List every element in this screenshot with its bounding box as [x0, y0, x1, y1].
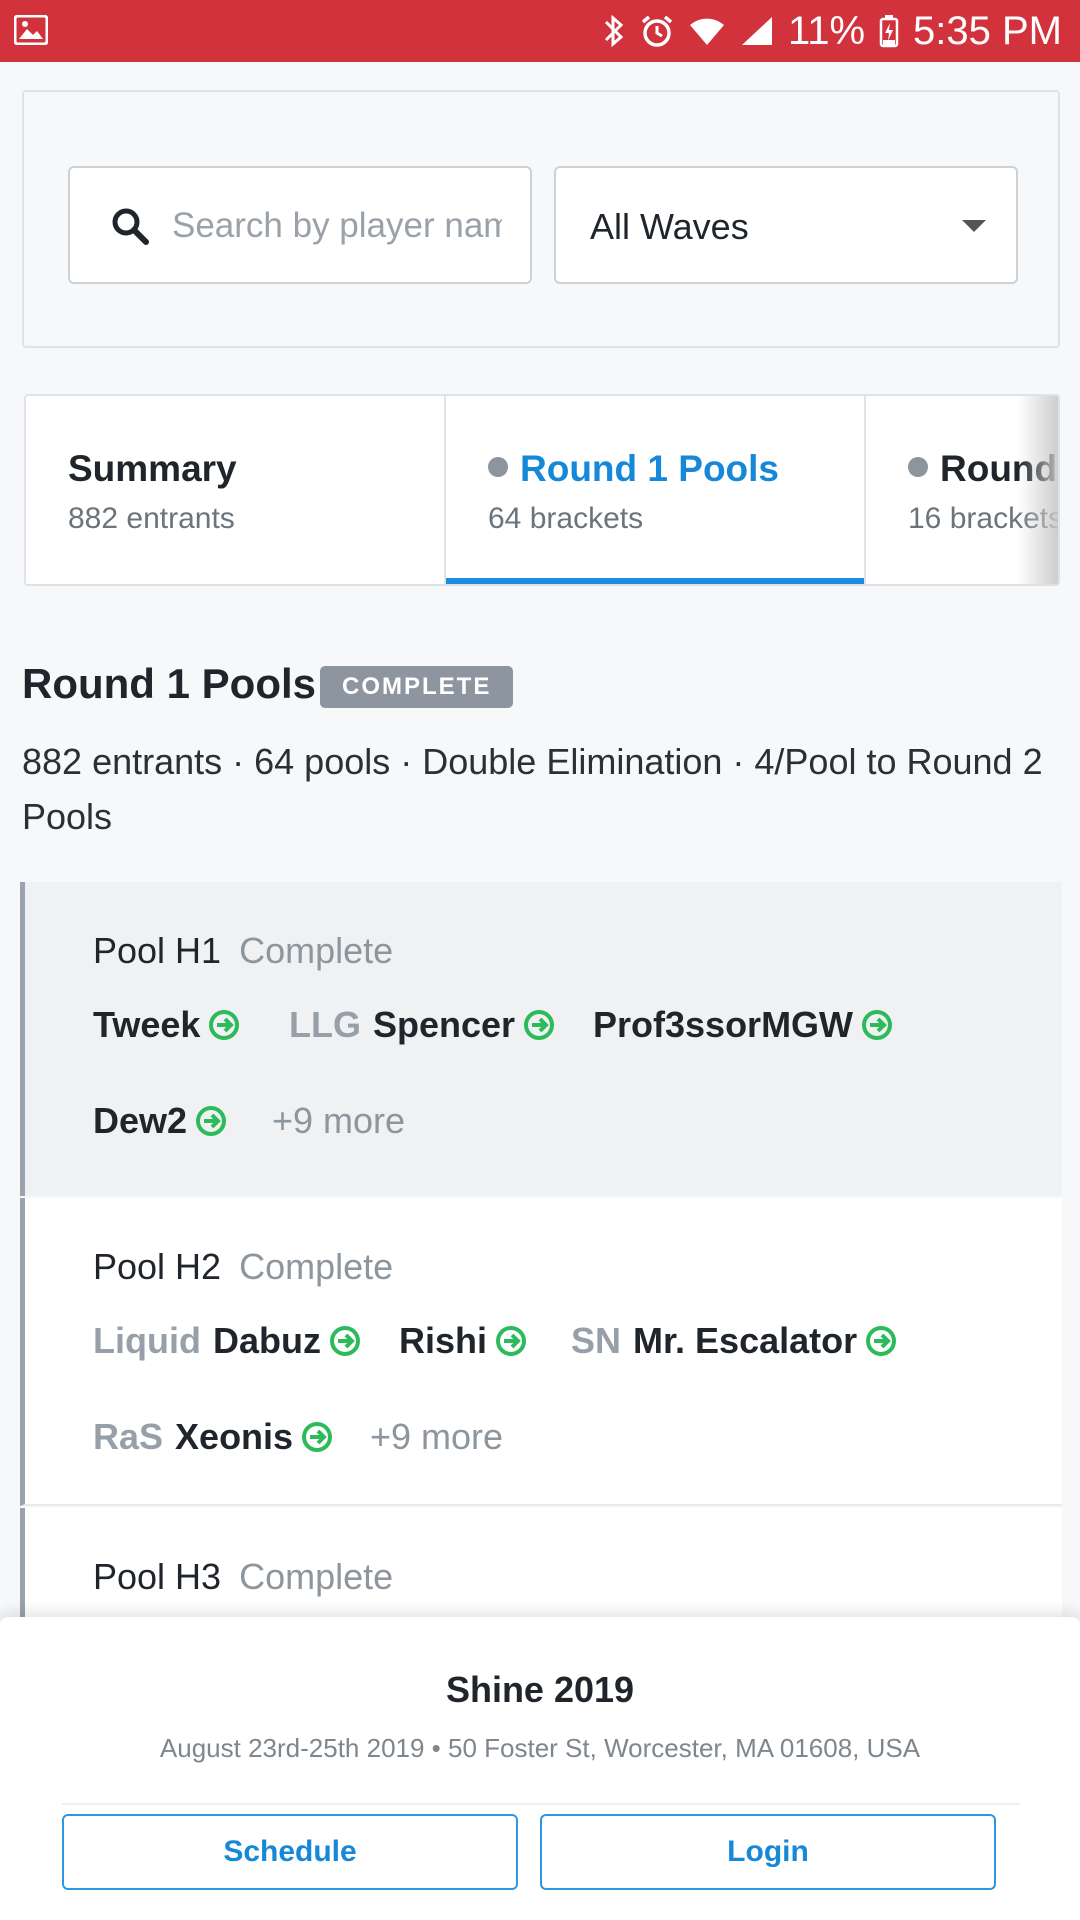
advance-arrow-icon	[862, 1010, 893, 1040]
pool-card-h3[interactable]: Pool H3 Complete	[20, 1508, 1062, 1628]
battery-charging-icon	[879, 14, 899, 48]
player-name: Tweek	[93, 1004, 201, 1045]
more-players-link[interactable]: +9 more	[370, 1416, 503, 1458]
pool-status: Complete	[239, 1246, 394, 1287]
tab-subtitle: 882 entrants	[68, 502, 235, 535]
advance-arrow-icon	[866, 1326, 897, 1356]
tab-summary[interactable]: Summary 882 entrants	[26, 396, 446, 584]
player-entry[interactable]: LLG Spencer	[289, 1004, 555, 1046]
login-button[interactable]: Login	[540, 1814, 996, 1890]
advance-arrow-icon	[496, 1326, 527, 1356]
event-info-panel: Shine 2019 August 23rd-25th 2019 • 50 Fo…	[0, 1617, 1080, 1920]
player-name: Dew2	[93, 1100, 188, 1141]
advance-arrow-icon	[302, 1422, 333, 1452]
player-name: Xeonis	[175, 1416, 294, 1457]
advance-arrow-icon	[209, 1010, 240, 1040]
tab-round-1-pools[interactable]: Round 1 Pools 64 brackets	[444, 396, 864, 584]
player-name: Spencer	[372, 1004, 516, 1045]
phase-tabs: Summary 882 entrants Round 1 Pools 64 br…	[24, 394, 1060, 586]
search-field[interactable]	[68, 166, 532, 284]
pool-card-h2[interactable]: Pool H2 Complete Liquid Dabuz Rishi SN Mr…	[20, 1198, 1062, 1506]
player-entry[interactable]: Tweek	[93, 1004, 240, 1046]
alarm-icon	[640, 14, 674, 48]
pool-status: Complete	[239, 1556, 394, 1597]
round-description: 882 entrants · 64 pools · Double Elimina…	[22, 741, 1043, 837]
battery-percentage: 11%	[787, 8, 866, 53]
event-meta: August 23rd-25th 2019 • 50 Foster St, Wo…	[159, 1733, 921, 1763]
status-dot-icon	[908, 457, 928, 477]
clock: 5:35 PM	[913, 8, 1062, 53]
pool-name: Pool H1	[93, 930, 222, 971]
scroll-fade	[1018, 396, 1058, 584]
player-name: Mr. Escalator	[633, 1320, 858, 1361]
active-tab-indicator	[446, 578, 864, 584]
signal-icon	[740, 15, 774, 47]
tab-subtitle: 64 brackets	[488, 502, 644, 535]
player-name: Prof3ssorMGW	[593, 1004, 854, 1045]
gallery-notification-icon	[13, 14, 49, 46]
wifi-icon	[688, 15, 726, 47]
player-entry[interactable]: Liquid Dabuz	[93, 1320, 361, 1362]
player-prefix: Liquid	[93, 1320, 201, 1361]
pool-status: Complete	[239, 930, 394, 971]
advance-arrow-icon	[524, 1010, 555, 1040]
schedule-button[interactable]: Schedule	[62, 1814, 518, 1890]
advance-arrow-icon	[329, 1326, 360, 1356]
player-entry[interactable]: Rishi	[399, 1320, 527, 1362]
event-name: Shine 2019	[445, 1669, 635, 1710]
status-bar: 11% 5:35 PM	[0, 0, 1080, 62]
pool-card-h1[interactable]: Pool H1 Complete Tweek LLG Spencer Prof3s…	[20, 882, 1062, 1196]
pool-name: Pool H2	[93, 1246, 222, 1287]
player-prefix: SN	[571, 1320, 622, 1361]
advance-arrow-icon	[196, 1106, 227, 1136]
search-icon	[110, 206, 150, 246]
status-dot-icon	[488, 457, 508, 477]
more-players-link[interactable]: +9 more	[272, 1100, 405, 1142]
page-title: Round 1 Pools	[22, 660, 316, 707]
wave-select[interactable]: All Waves	[554, 166, 1018, 284]
player-prefix: RaS	[93, 1416, 164, 1457]
search-input[interactable]	[172, 196, 502, 256]
filter-panel: All Waves	[22, 90, 1060, 348]
player-entry[interactable]: Dew2	[93, 1100, 227, 1142]
pool-name: Pool H3	[93, 1556, 222, 1597]
player-entry[interactable]: Prof3ssorMGW	[593, 1004, 893, 1046]
bluetooth-icon	[602, 13, 626, 49]
tab-title: Summary	[68, 448, 237, 489]
player-entry[interactable]: RaS Xeonis	[93, 1416, 333, 1458]
player-name: Dabuz	[212, 1320, 321, 1361]
divider	[62, 1803, 1020, 1805]
status-badge: COMPLETE	[320, 666, 514, 708]
wave-select-value: All Waves	[590, 206, 749, 247]
player-prefix: LLG	[289, 1004, 361, 1045]
player-name: Rishi	[399, 1320, 488, 1361]
tab-title: Round 1 Pools	[520, 448, 779, 489]
chevron-down-icon	[962, 220, 986, 232]
player-entry[interactable]: SN Mr. Escalator	[571, 1320, 897, 1362]
